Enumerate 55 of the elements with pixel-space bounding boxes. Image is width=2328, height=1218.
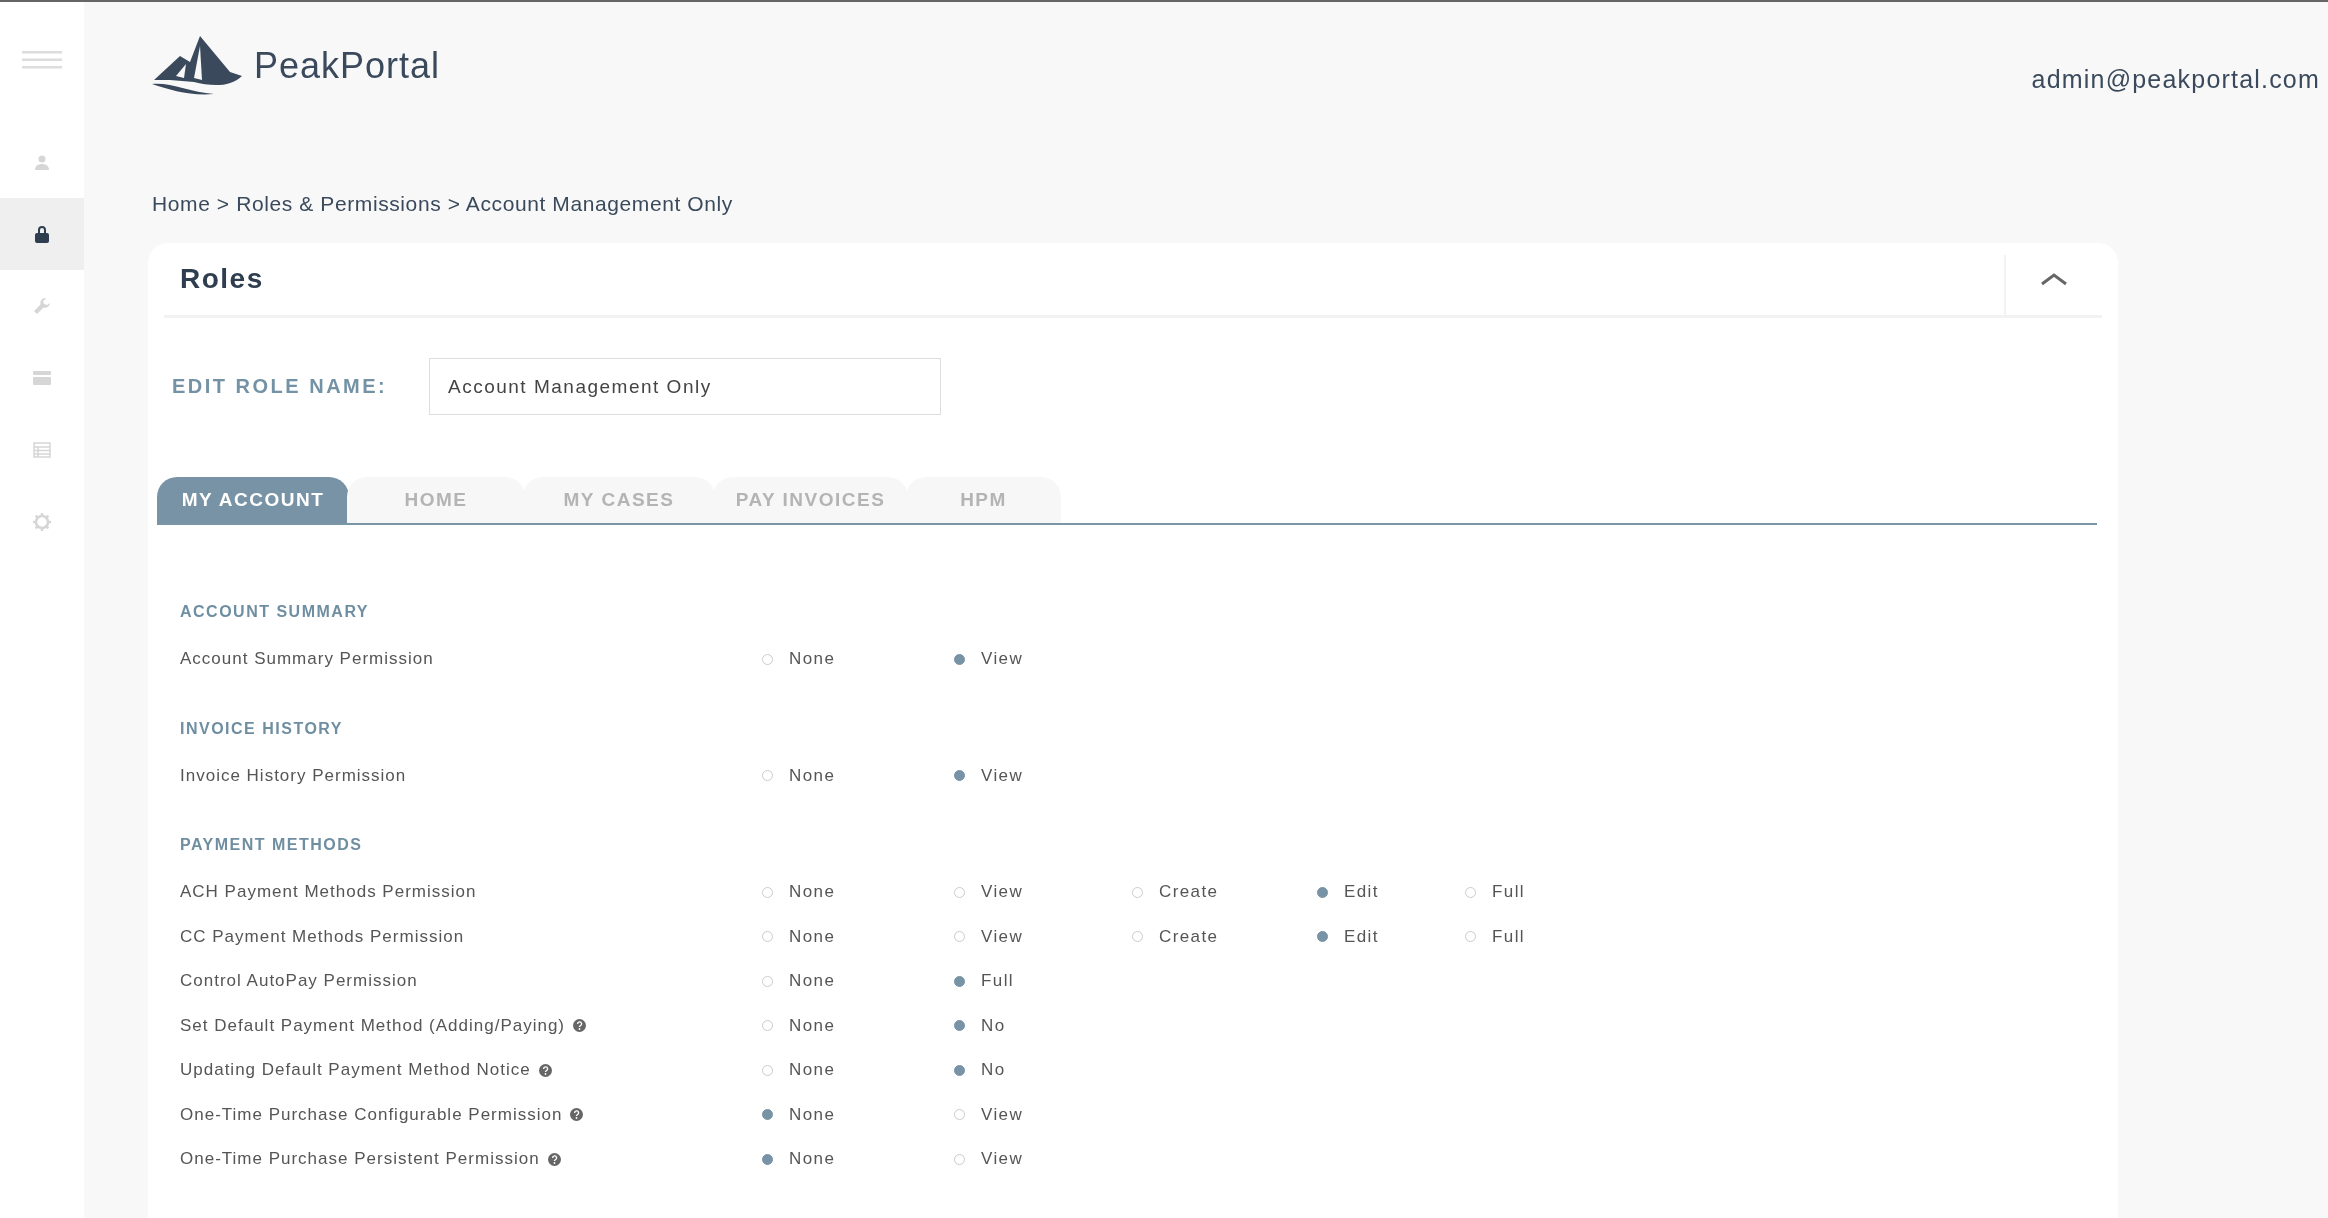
radio-option[interactable]: Full [1465,926,1525,947]
radio-option[interactable]: View [954,926,1132,947]
radio-option[interactable]: View [954,649,1132,670]
radio-option[interactable]: None [762,926,954,947]
wrench-icon [33,297,51,315]
radio-option[interactable]: View [954,1104,1132,1125]
radio-option[interactable]: View [954,1149,1132,1170]
radio-option[interactable]: None [762,1149,954,1170]
radio-option[interactable]: Full [1465,882,1525,903]
radio-option[interactable]: View [954,765,1132,786]
menu-icon [22,51,62,69]
permission-label: ACH Payment Methods Permission [180,882,477,903]
radio-option[interactable]: None [762,1015,954,1036]
radio-option[interactable]: None [762,1104,954,1125]
card-title: Roles [180,263,265,295]
gear-icon [32,512,52,532]
help-icon[interactable] [573,1019,587,1033]
card-icon [33,371,51,385]
radio-option[interactable]: No [954,1060,1132,1081]
lock-icon [34,225,50,243]
field-label: EDIT ROLE NAME: [172,375,389,398]
user-email: admin@peakportal.com [2031,65,2320,94]
permission-label: Account Summary Permission [180,649,434,670]
table-icon [33,442,51,458]
radio-option[interactable]: None [762,882,954,903]
chevron-icon [2040,272,2068,286]
permission-label: Set Default Payment Method (Adding/Paying) [180,1015,566,1036]
brand-name: PeakPortal [254,45,441,87]
help-icon[interactable] [570,1108,584,1122]
radio-option[interactable]: None [762,971,954,992]
radio-option[interactable]: Edit [1317,926,1465,947]
breadcrumb: Home > Roles & Permissions > Account Management Only [151,192,734,216]
section-heading: ACCOUNT SUMMARY [180,603,370,621]
radio-option[interactable]: Create [1132,926,1317,947]
radio-option[interactable]: None [762,765,954,786]
radio-option[interactable]: Edit [1317,882,1465,903]
help-icon[interactable] [547,1152,561,1166]
permission-label: One-Time Purchase Configurable Permission [180,1104,563,1125]
permission-label: Updating Default Payment Method Notice [180,1060,531,1081]
role-name-field[interactable]: Account Management Only [429,358,941,415]
permission-label: CC Payment Methods Permission [180,926,465,947]
radio-option[interactable]: View [954,882,1132,903]
radio-option[interactable]: Create [1132,882,1317,903]
permission-label: Invoice History Permission [180,765,407,786]
radio-option[interactable]: None [762,1060,954,1081]
section-heading: PAYMENT METHODS [180,836,364,854]
radio-option[interactable]: Full [954,971,1132,992]
section-heading: INVOICE HISTORY [180,719,344,738]
radio-option[interactable]: None [762,649,954,670]
sidebar-item[interactable] [0,198,84,270]
permission-label: Control AutoPay Permission [180,971,418,992]
radio-option[interactable]: No [954,1015,1132,1036]
permission-label: One-Time Purchase Persistent Permission [180,1149,540,1170]
user-icon [34,154,50,170]
help-icon[interactable] [538,1063,552,1077]
